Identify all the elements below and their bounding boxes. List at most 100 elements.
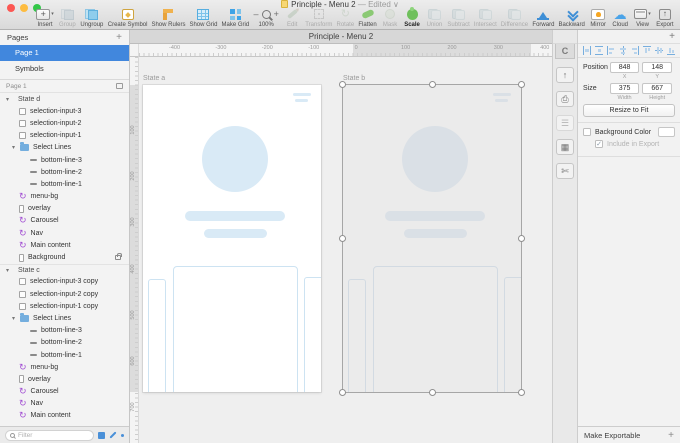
page-item-page-1[interactable]: Page 1 — [0, 45, 129, 61]
create-symbol-button[interactable]: Create Symbol — [108, 8, 148, 28]
share-icon[interactable]: ↑ — [556, 67, 574, 83]
shape-carousel-card-center[interactable] — [173, 266, 298, 392]
page-item-symbols[interactable]: Symbols — [0, 61, 129, 77]
shape-text-bar-1[interactable] — [385, 211, 485, 221]
layer-row-main-content[interactable]: ↻Main content — [0, 410, 129, 422]
show-grid-button[interactable]: Show Grid — [189, 8, 217, 28]
add-tab-button[interactable]: + — [669, 31, 675, 43]
insert-button[interactable]: ▾Insert — [36, 8, 54, 28]
layer-row-background[interactable]: Background — [0, 251, 129, 263]
width-field[interactable]: 375 — [610, 83, 640, 94]
shape-menu-line-1[interactable] — [293, 93, 311, 96]
make-grid-button[interactable]: Make Grid — [221, 8, 249, 28]
selection-handle[interactable] — [339, 389, 346, 396]
shape-text-bar-2[interactable] — [404, 229, 467, 238]
zoom-in-button[interactable]: + — [274, 9, 279, 19]
plugin-cube-icon[interactable] — [98, 432, 105, 439]
mask-button[interactable]: Mask — [381, 8, 399, 28]
shape-menu-line-1[interactable] — [493, 93, 511, 96]
printer-icon[interactable]: ⎙ — [556, 91, 574, 107]
chevron-down-icon[interactable]: ▾ — [6, 96, 14, 103]
transform-button[interactable]: Transform — [305, 8, 332, 28]
add-page-button[interactable]: + — [116, 33, 122, 43]
layer-row-selection-input-1-copy[interactable]: selection-input-1 copy — [0, 300, 129, 312]
artboard-state-a[interactable] — [143, 85, 321, 392]
subtract-button[interactable]: Subtract — [447, 8, 469, 28]
background-color-well[interactable] — [658, 127, 675, 137]
align-left-icon[interactable] — [607, 46, 615, 55]
shape-text-bar-2[interactable] — [204, 229, 267, 238]
craft-panel-tab[interactable]: C — [555, 44, 575, 59]
edit-button[interactable]: Edit — [283, 8, 301, 28]
chevron-down-icon[interactable]: ▾ — [6, 267, 14, 274]
rotate-button[interactable]: ↻Rotate — [336, 8, 354, 28]
export-button[interactable]: Export — [656, 8, 674, 28]
shape-avatar-circle[interactable] — [202, 126, 268, 192]
union-button[interactable]: Union — [425, 8, 443, 28]
scale-button[interactable]: Scale — [403, 8, 421, 28]
selection-handle[interactable] — [518, 235, 525, 242]
backward-button[interactable]: Backward — [558, 8, 584, 28]
make-exportable-add-button[interactable]: + — [668, 430, 674, 441]
show-rulers-button[interactable]: Show Rulers — [151, 8, 185, 28]
resize-to-fit-button[interactable]: Resize to Fit — [583, 104, 675, 117]
mirror-button[interactable]: Mirror — [589, 8, 607, 28]
layer-row-main-content[interactable]: ↻Main content — [0, 239, 129, 251]
y-position-field[interactable]: 148 — [642, 62, 672, 73]
layer-row-selection-input-1[interactable]: selection-input-1 — [0, 130, 129, 142]
collapse-artboards-icon[interactable] — [116, 83, 123, 89]
view-button[interactable]: ▾View — [634, 8, 652, 28]
distribute-vertically-icon[interactable] — [595, 46, 603, 55]
layer-row-selection-input-3-copy[interactable]: selection-input-3 copy — [0, 276, 129, 288]
zoom-out-button[interactable]: – — [254, 9, 259, 19]
layer-row-state-d[interactable]: ▾State d — [0, 93, 129, 105]
selection-handle[interactable] — [518, 389, 525, 396]
crop-icon[interactable]: ✄ — [556, 163, 574, 179]
shape-avatar-circle[interactable] — [402, 126, 468, 192]
shape-carousel-card-left[interactable] — [148, 279, 166, 392]
ungroup-button[interactable]: Ungroup — [80, 8, 103, 28]
align-right-icon[interactable] — [631, 46, 639, 55]
layer-row-bottom-line-2[interactable]: bottom-line-2 — [0, 166, 129, 178]
chevron-down-icon[interactable]: ▾ — [12, 144, 20, 151]
shape-carousel-card-center[interactable] — [373, 266, 498, 392]
vertical-ruler[interactable]: 100200300400500600700 — [130, 57, 139, 443]
horizontal-ruler[interactable]: -400-300-200-1000100200300400 — [139, 44, 552, 57]
artboard-state-b[interactable] — [343, 85, 521, 392]
shape-carousel-card-right[interactable] — [504, 277, 521, 392]
cloud-button[interactable]: ☁Cloud — [611, 8, 629, 28]
selection-handle[interactable] — [339, 235, 346, 242]
include-in-export-checkbox[interactable]: ✓ — [595, 140, 603, 148]
shape-carousel-card-left[interactable] — [348, 279, 366, 392]
layer-row-bottom-line-2[interactable]: bottom-line-2 — [0, 337, 129, 349]
layout-icon[interactable]: ▦ — [556, 139, 574, 155]
layer-row-bottom-line-1[interactable]: bottom-line-1 — [0, 349, 129, 361]
layer-row-selection-input-2-copy[interactable]: selection-input-2 copy — [0, 288, 129, 300]
layer-row-select-lines[interactable]: ▾Select Lines — [0, 312, 129, 324]
selection-handle[interactable] — [429, 389, 436, 396]
layer-row-overlay[interactable]: overlay — [0, 203, 129, 215]
layer-row-nav[interactable]: ↻Nav — [0, 398, 129, 410]
layer-row-selection-input-2[interactable]: selection-input-2 — [0, 117, 129, 129]
align-top-icon[interactable] — [643, 46, 651, 55]
distribute-horizontally-icon[interactable] — [583, 46, 591, 55]
layer-row-overlay[interactable]: overlay — [0, 373, 129, 385]
zoom-button[interactable]: –+100% — [254, 8, 279, 28]
align-middle-vertical-icon[interactable] — [655, 46, 663, 55]
layer-row-carousel[interactable]: ↻Carousel — [0, 215, 129, 227]
pencil-icon[interactable] — [109, 431, 116, 438]
layer-row-select-lines[interactable]: ▾Select Lines — [0, 142, 129, 154]
layer-row-selection-input-3[interactable]: selection-input-3 — [0, 105, 129, 117]
selection-handle[interactable] — [518, 81, 525, 88]
canvas[interactable]: 100200300400500600700 State aState b — [130, 57, 552, 443]
artboard-label-state-b[interactable]: State b — [343, 75, 365, 82]
flatten-button[interactable]: Flatten — [358, 8, 376, 28]
layer-row-bottom-line-1[interactable]: bottom-line-1 — [0, 178, 129, 190]
layer-row-carousel[interactable]: ↻Carousel — [0, 386, 129, 398]
layer-row-bottom-line-3[interactable]: bottom-line-3 — [0, 154, 129, 166]
selection-handle[interactable] — [339, 81, 346, 88]
selection-handle[interactable] — [429, 81, 436, 88]
height-field[interactable]: 667 — [642, 83, 672, 94]
layer-row-menu-bg[interactable]: ↻menu-bg — [0, 191, 129, 203]
align-bottom-icon[interactable] — [667, 46, 675, 55]
